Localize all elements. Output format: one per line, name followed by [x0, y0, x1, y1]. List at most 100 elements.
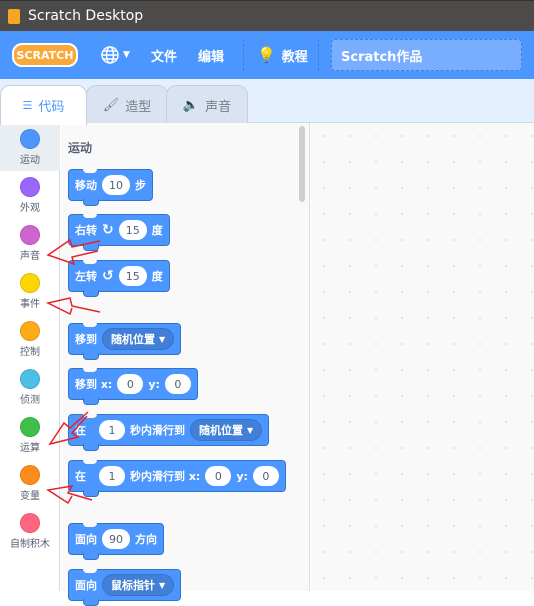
target-dropdown[interactable]: 随机位置 ▼: [102, 328, 175, 350]
brush-icon: 🖌: [102, 97, 120, 113]
degrees-input[interactable]: 15: [118, 266, 147, 286]
category-color-dot: [20, 513, 40, 533]
tab-costumes[interactable]: 🖌 造型: [86, 85, 168, 124]
block-turn-right[interactable]: 右转 ↻ 15 度: [68, 214, 170, 251]
category-color-dot: [20, 225, 40, 245]
block-text: 移到: [75, 333, 97, 346]
category-color-dot: [20, 177, 40, 197]
category-color-dot: [20, 417, 40, 437]
block-text: 秒内滑行到: [130, 424, 185, 437]
category-0[interactable]: 运动: [0, 123, 60, 171]
block-text: y:: [236, 469, 248, 483]
category-label: 声音: [20, 251, 40, 262]
y-input[interactable]: 0: [252, 466, 279, 486]
target-dropdown[interactable]: 随机位置 ▼: [190, 419, 263, 441]
category-label: 运动: [20, 155, 40, 166]
tab-code[interactable]: ☰ 代码: [0, 85, 87, 125]
speaker-icon: 🔈: [182, 97, 200, 113]
degrees-input[interactable]: 15: [118, 220, 147, 240]
tab-label: 声音: [205, 99, 232, 115]
rotate-right-icon: ↻: [102, 222, 114, 238]
tab-label: 造型: [125, 99, 152, 115]
block-text: 度: [151, 224, 163, 237]
category-label: 变量: [20, 491, 40, 502]
seconds-input[interactable]: 1: [99, 466, 125, 486]
category-3[interactable]: 事件: [0, 267, 60, 315]
block-text: 移动: [75, 179, 97, 192]
globe-icon: [101, 46, 119, 64]
seconds-input[interactable]: 1: [99, 420, 125, 440]
category-label: 外观: [20, 203, 40, 214]
block-text: 方向: [135, 533, 157, 546]
caret-down-icon: ▼: [159, 580, 166, 590]
menu-bar: SCRATCH ▼ 文件 编辑 💡 教程 Scratch作品: [0, 31, 534, 79]
tutorials-button[interactable]: 💡 教程: [257, 31, 308, 79]
block-text: y:: [148, 377, 160, 391]
block-text: 在: [75, 424, 86, 437]
category-color-dot: [20, 465, 40, 485]
palette-section-title: 运动: [68, 141, 93, 155]
block-turn-left[interactable]: 左转 ↺ 15 度: [68, 260, 170, 297]
app-icon: [8, 8, 20, 24]
block-go-to-xy[interactable]: 移到 x: 0 y: 0: [68, 368, 198, 405]
block-glide-to-xy[interactable]: 在 1 秒内滑行到 x: 0 y: 0: [68, 460, 286, 497]
target-dropdown[interactable]: 鼠标指针 ▼: [102, 574, 175, 596]
block-text: 左转: [75, 270, 97, 283]
y-input[interactable]: 0: [164, 374, 191, 394]
scratch-logo[interactable]: SCRATCH: [12, 43, 78, 67]
category-menu: 运动外观声音事件控制侦测运算变量自制积木: [0, 123, 60, 591]
category-color-dot: [20, 369, 40, 389]
block-point-direction[interactable]: 面向 90 方向: [68, 523, 164, 560]
category-7[interactable]: 变量: [0, 459, 60, 507]
block-text: 度: [151, 270, 163, 283]
category-2[interactable]: 声音: [0, 219, 60, 267]
block-text: 秒内滑行到 x:: [130, 470, 201, 483]
category-8[interactable]: 自制积木: [0, 507, 60, 555]
edit-menu[interactable]: 编辑: [198, 31, 224, 79]
category-6[interactable]: 运算: [0, 411, 60, 459]
file-menu[interactable]: 文件: [151, 31, 177, 79]
divider: [318, 39, 319, 71]
caret-down-icon: ▼: [247, 425, 254, 435]
block-text: 在: [75, 470, 86, 483]
block-move-steps[interactable]: 移动 10 步: [68, 169, 153, 206]
tutorials-label: 教程: [281, 49, 308, 65]
category-4[interactable]: 控制: [0, 315, 60, 363]
category-1[interactable]: 外观: [0, 171, 60, 219]
lightbulb-icon: 💡: [257, 46, 276, 64]
category-label: 控制: [20, 347, 40, 358]
block-go-to[interactable]: 移到 随机位置 ▼: [68, 323, 182, 360]
language-menu[interactable]: ▼: [100, 31, 130, 79]
category-label: 自制积木: [10, 539, 50, 550]
block-point-towards[interactable]: 面向 鼠标指针 ▼: [68, 569, 182, 606]
rotate-left-icon: ↺: [102, 268, 114, 284]
palette-scrollbar[interactable]: [299, 126, 305, 202]
block-text: 右转: [75, 224, 97, 237]
code-icon: ☰: [22, 99, 33, 112]
x-input[interactable]: 0: [205, 466, 232, 486]
block-text: 面向: [75, 533, 97, 546]
direction-input[interactable]: 90: [102, 529, 130, 549]
tab-sounds[interactable]: 🔈 声音: [166, 85, 248, 124]
block-text: 移到 x:: [75, 378, 113, 391]
category-color-dot: [20, 321, 40, 341]
code-workspace[interactable]: [311, 123, 534, 591]
editor-tabs: ☰ 代码 🖌 造型 🔈 声音: [0, 79, 534, 125]
category-color-dot: [20, 273, 40, 293]
project-title-input[interactable]: Scratch作品: [331, 39, 522, 71]
window-titlebar: Scratch Desktop: [0, 0, 534, 31]
category-5[interactable]: 侦测: [0, 363, 60, 411]
block-glide-to[interactable]: 在 1 秒内滑行到 随机位置 ▼: [68, 414, 270, 451]
window-title: Scratch Desktop: [28, 8, 144, 24]
chevron-down-icon: ▼: [123, 50, 130, 60]
tab-label: 代码: [38, 100, 65, 115]
dropdown-value: 随机位置: [111, 333, 155, 346]
block-text: 步: [135, 179, 146, 192]
category-color-dot: [20, 129, 40, 149]
category-label: 运算: [20, 443, 40, 454]
category-label: 侦测: [20, 395, 40, 406]
category-label: 事件: [20, 299, 40, 310]
x-input[interactable]: 0: [117, 374, 144, 394]
dropdown-value: 随机位置: [199, 424, 243, 437]
steps-input[interactable]: 10: [102, 175, 130, 195]
